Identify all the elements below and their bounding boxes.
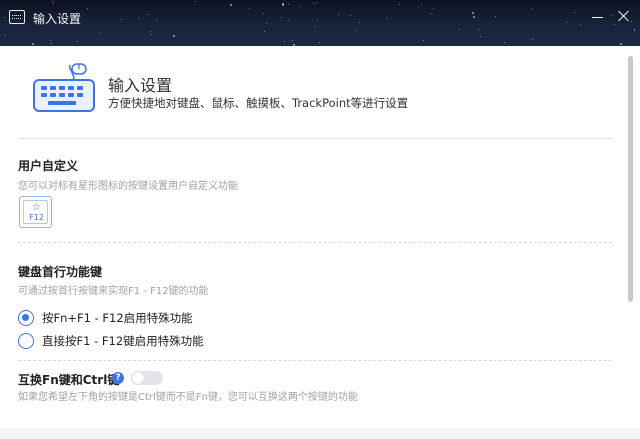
title-bar: 输入设置 xyxy=(0,0,640,46)
star-dot xyxy=(565,21,567,23)
star-dot xyxy=(420,3,422,5)
function-keys-title: 键盘首行功能键 xyxy=(18,265,103,279)
f12-custom-key-button[interactable]: ☆ F12 xyxy=(19,196,52,228)
scrollbar[interactable] xyxy=(628,56,633,302)
f12-key-face: ☆ F12 xyxy=(23,200,48,224)
star-dot xyxy=(429,12,431,14)
star-dot xyxy=(385,18,387,20)
page-subtitle: 方便快捷地对键盘、鼠标、触摸板、TrackPoint等进行设置 xyxy=(108,96,409,110)
star-dot xyxy=(156,20,158,22)
star-dot xyxy=(350,15,352,17)
star-dot xyxy=(422,40,424,41)
swap-fn-ctrl-toggle[interactable] xyxy=(131,371,163,385)
star-dot xyxy=(262,13,264,15)
star-dot xyxy=(147,13,149,15)
header-divider xyxy=(18,138,612,139)
star-dot xyxy=(5,34,7,36)
user-defined-description: 您可以对标有星形图标的按键设置用户自定义功能 xyxy=(18,181,238,192)
star-dot xyxy=(266,22,268,24)
radio-fn-special[interactable]: 按Fn+F1 - F12启用特殊功能 xyxy=(18,309,193,327)
star-dot xyxy=(137,18,139,20)
star-dot xyxy=(417,6,419,8)
star-dot xyxy=(76,41,78,43)
star-dot xyxy=(300,5,302,7)
star-dot xyxy=(50,42,52,44)
star-dot xyxy=(50,40,52,42)
function-keys-description: 可通过按首行按键来实现F1 - F12键的功能 xyxy=(18,286,209,297)
swap-fn-ctrl-description: 如果您希望左下角的按键是Ctrl键而不是Fn键，您可以互换这两个按键的功能 xyxy=(18,392,358,403)
star-dot xyxy=(633,30,635,32)
star-dot xyxy=(230,3,233,6)
star-dot xyxy=(173,35,176,38)
star-dot xyxy=(53,3,55,5)
star-dot xyxy=(355,30,357,31)
star-dot xyxy=(151,34,153,36)
user-defined-title: 用户自定义 xyxy=(18,159,79,173)
star-dot xyxy=(121,19,123,21)
star-dot xyxy=(531,38,533,40)
star-dot xyxy=(284,40,286,42)
star-dot xyxy=(573,12,575,14)
keyboard-icon xyxy=(9,10,25,24)
star-dot xyxy=(399,3,401,5)
star-icon: ☆ xyxy=(32,202,41,213)
page-title: 输入设置 xyxy=(108,76,173,95)
star-dot xyxy=(433,7,435,9)
star-dot xyxy=(531,7,533,9)
radio-button-unchecked[interactable] xyxy=(18,333,34,349)
close-icon[interactable] xyxy=(617,9,631,23)
window-title: 输入设置 xyxy=(33,12,82,26)
star-dot xyxy=(52,0,54,2)
star-dot xyxy=(32,43,35,46)
star-dot xyxy=(614,23,616,25)
star-dot xyxy=(316,2,318,4)
star-dot xyxy=(4,16,6,18)
star-dot xyxy=(292,40,293,42)
minimize-icon[interactable] xyxy=(592,17,603,18)
star-dot xyxy=(503,42,505,44)
star-dot xyxy=(337,14,339,16)
star-dot xyxy=(472,15,475,18)
star-dot xyxy=(150,30,152,32)
star-dot xyxy=(288,4,290,6)
star-dot xyxy=(478,29,480,31)
star-dot xyxy=(288,20,290,22)
star-dot xyxy=(87,7,89,9)
star-dot xyxy=(494,16,496,18)
star-dot xyxy=(312,2,314,4)
star-dot xyxy=(319,41,321,43)
radio-direct-special[interactable]: 直接按F1 - F12键启用特殊功能 xyxy=(18,332,204,350)
star-dot xyxy=(458,29,460,31)
star-dot xyxy=(480,35,482,37)
star-dot xyxy=(611,14,613,16)
star-dot xyxy=(313,25,315,27)
radio-label: 直接按F1 - F12键启用特殊功能 xyxy=(42,334,204,348)
section-divider xyxy=(18,360,612,361)
star-dot xyxy=(471,12,474,15)
swap-fn-ctrl-title: 互换Fn键和Ctrl键 xyxy=(18,373,120,387)
keyboard-mouse-icon xyxy=(33,63,95,112)
star-dot xyxy=(358,22,360,24)
star-dot xyxy=(263,31,265,33)
star-dot xyxy=(98,32,100,34)
star-dot xyxy=(619,42,622,45)
star-dot xyxy=(281,17,283,19)
radio-button-checked[interactable] xyxy=(18,310,34,326)
star-dot xyxy=(194,1,196,3)
question-icon[interactable]: ? xyxy=(112,372,124,384)
star-dot xyxy=(317,20,319,22)
f12-key-label: F12 xyxy=(29,213,44,222)
radio-label: 按Fn+F1 - F12启用特殊功能 xyxy=(42,311,193,325)
bottom-edge xyxy=(0,428,640,439)
star-dot xyxy=(248,8,250,10)
section-divider xyxy=(18,242,612,243)
star-dot xyxy=(579,24,581,26)
